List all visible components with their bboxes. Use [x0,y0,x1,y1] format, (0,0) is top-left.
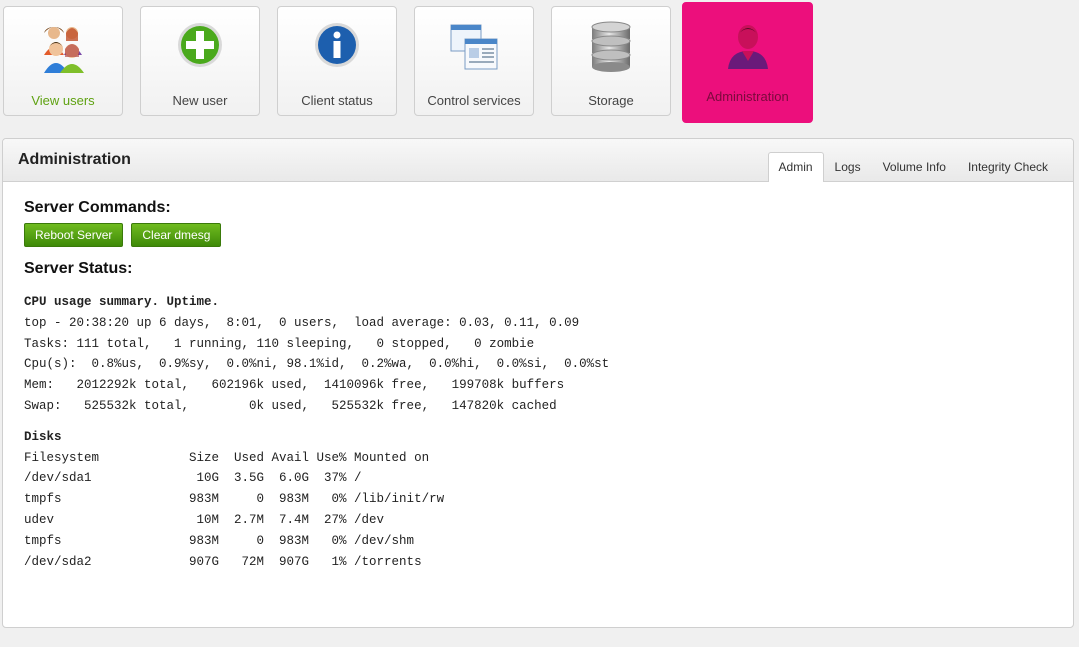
nav-client-status[interactable]: Client status [277,6,397,116]
info-icon [278,21,396,75]
cpu-summary-title: CPU usage summary. Uptime. [24,295,220,309]
disks-title: Disks [24,429,62,444]
nav-label: Control services [427,93,521,108]
server-commands-heading: Server Commands: [24,199,171,216]
nav-storage[interactable]: Storage [551,6,671,116]
nav-new-user[interactable]: New user [140,6,260,116]
cpu-line: Mem: 2012292k total, 602196k used, 14100… [24,378,565,393]
command-buttons: Reboot Server Clear dmesg [24,223,1063,247]
nav-label: View users [31,93,95,108]
clear-dmesg-button[interactable]: Clear dmesg [131,223,222,247]
nav-label: New user [172,93,228,108]
cpu-line: Cpu(s): 0.8%us, 0.9%sy, 0.0%ni, 98.1%id,… [24,357,610,372]
panel-content: Server Commands: Reboot Server Clear dme… [24,199,1063,572]
disk-row: tmpfs 983M 0 983M 0% /dev/shm [24,533,415,548]
database-icon [552,21,670,75]
tab-logs[interactable]: Logs [824,152,872,181]
disk-row: /dev/sda1 10G 3.5G 6.0G 37% / [24,471,362,486]
cpu-line: Swap: 525532k total, 0k used, 525532k fr… [24,398,557,413]
disk-header: Filesystem Size Used Avail Use% Mounted … [24,450,430,465]
cpu-summary: CPU usage summary. Uptime. top - 20:38:2… [24,292,1063,417]
disks-summary: Disks Filesystem Size Used Avail Use% Mo… [24,427,1063,573]
users-icon [4,21,122,75]
nav-control-services[interactable]: Control services [414,6,534,116]
tab-volume-info[interactable]: Volume Info [872,152,957,181]
nav-label: Administration [706,89,789,104]
reboot-server-button[interactable]: Reboot Server [24,223,124,247]
top-nav: View users New user Client status Contro… [0,0,1079,130]
tab-bar: Admin Logs Volume Info Integrity Check [767,152,1059,182]
tab-admin[interactable]: Admin [767,152,824,182]
disk-row: tmpfs 983M 0 983M 0% /lib/init/rw [24,492,445,507]
server-status-heading: Server Status: [24,260,133,277]
panel-title: Administration [18,151,131,168]
tab-integrity-check[interactable]: Integrity Check [957,152,1059,181]
nav-view-users[interactable]: View users [3,6,123,116]
disk-row: /dev/sda2 907G 72M 907G 1% /torrents [24,554,422,569]
windows-icon [415,21,533,75]
disk-row: udev 10M 2.7M 7.4M 27% /dev [24,512,385,527]
nav-label: Client status [301,93,373,108]
panel-header: Administration Admin Logs Volume Info In… [3,139,1073,182]
nav-administration[interactable]: Administration [682,2,813,123]
add-icon [141,21,259,75]
nav-label: Storage [588,93,634,108]
cpu-line: Tasks: 111 total, 1 running, 110 sleepin… [24,336,535,351]
cpu-line: top - 20:38:20 up 6 days, 8:01, 0 users,… [24,315,580,330]
admin-person-icon [683,21,812,75]
admin-panel: Administration Admin Logs Volume Info In… [2,138,1074,628]
